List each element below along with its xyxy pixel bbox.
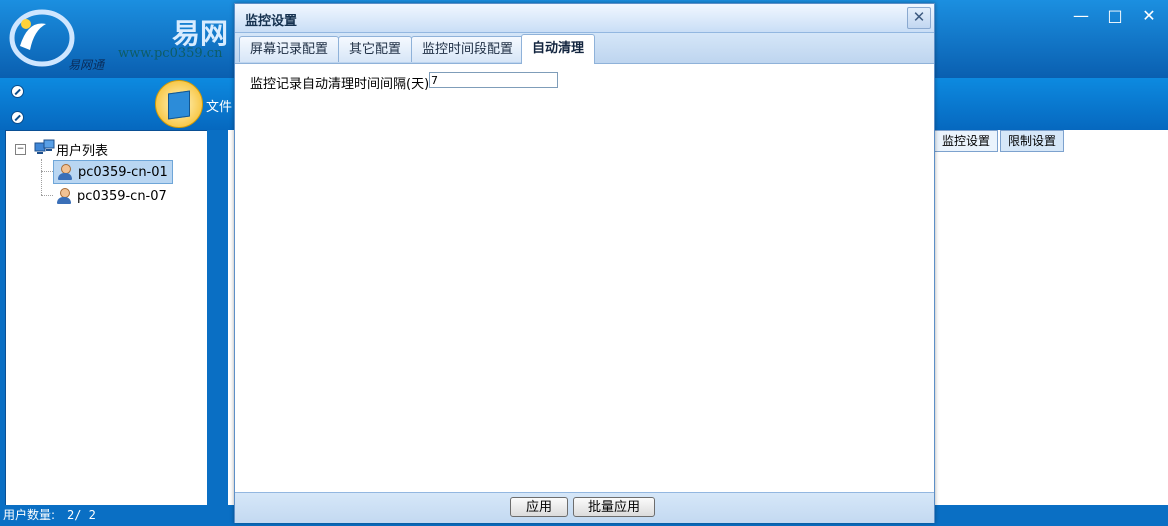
batch-apply-button[interactable]: 批量应用 xyxy=(573,497,655,517)
network-computers-icon xyxy=(34,139,55,154)
dialog-close-button[interactable]: ✕ xyxy=(907,7,931,29)
cleanup-interval-label: 监控记录自动清理时间间隔(天): xyxy=(250,77,434,92)
tree-root-label[interactable]: 用户列表 xyxy=(56,140,108,159)
monitor-settings-dialog: 监控设置 ✕ 屏幕记录配置 其它配置 监控时间段配置 自动清理 监控记录自动清理… xyxy=(234,3,935,523)
user-icon xyxy=(58,164,72,180)
tab-screen-record-config[interactable]: 屏幕记录配置 xyxy=(239,36,340,62)
maximize-button[interactable]: □ xyxy=(1098,0,1132,30)
dialog-titlebar[interactable]: 监控设置 ✕ xyxy=(235,4,934,33)
app-logo-url: www.pc0359.cn xyxy=(118,46,223,61)
app-logo-subtitle: 易网通 xyxy=(68,58,105,72)
dialog-tab-bar: 屏幕记录配置 其它配置 监控时间段配置 自动清理 xyxy=(235,33,934,64)
user-count-value: 2/ 2 xyxy=(67,508,96,522)
dialog-title: 监控设置 xyxy=(245,14,298,29)
tree-user-label: pc0359-cn-01 xyxy=(78,164,168,180)
tree-collapse-toggle[interactable]: − xyxy=(15,144,26,155)
tab-restriction-settings[interactable]: 限制设置 xyxy=(1000,130,1065,152)
user-icon xyxy=(57,188,71,204)
file-menu-label[interactable]: 文件 xyxy=(206,96,232,115)
tree-connector xyxy=(41,171,53,172)
apply-button[interactable]: 应用 xyxy=(510,497,568,517)
tab-monitor-settings[interactable]: 监控设置 xyxy=(934,130,999,152)
tree-connector xyxy=(41,195,53,196)
app-logo-icon xyxy=(9,9,75,67)
tree-connector xyxy=(41,159,42,195)
dialog-footer: 应用 批量应用 xyxy=(235,492,934,523)
main-tab-bar: 监控设置 限制设置 xyxy=(934,130,1066,152)
user-tree-panel: − 用户列表 pc0359-cn-01 pc0359-cn-07 xyxy=(5,130,209,507)
panel-splitter[interactable] xyxy=(207,130,228,505)
user-count-label: 用户数量: xyxy=(3,508,56,522)
dialog-body: 监控记录自动清理时间间隔(天): xyxy=(235,64,934,491)
toolbar-pin-icon[interactable] xyxy=(11,85,24,98)
tab-auto-cleanup[interactable]: 自动清理 xyxy=(521,34,596,64)
toolbar-pin-icon[interactable] xyxy=(11,111,24,124)
tab-monitor-period-config[interactable]: 监控时间段配置 xyxy=(411,36,525,62)
minimize-button[interactable]: — xyxy=(1064,0,1098,30)
tree-user-label: pc0359-cn-07 xyxy=(77,188,167,204)
cleanup-interval-input[interactable] xyxy=(429,72,558,88)
tab-other-config[interactable]: 其它配置 xyxy=(338,36,413,62)
tree-user-item[interactable]: pc0359-cn-07 xyxy=(53,185,171,207)
close-window-button[interactable]: ✕ xyxy=(1132,0,1166,30)
file-menu-icon[interactable] xyxy=(155,80,203,128)
tree-user-item[interactable]: pc0359-cn-01 xyxy=(53,160,173,184)
